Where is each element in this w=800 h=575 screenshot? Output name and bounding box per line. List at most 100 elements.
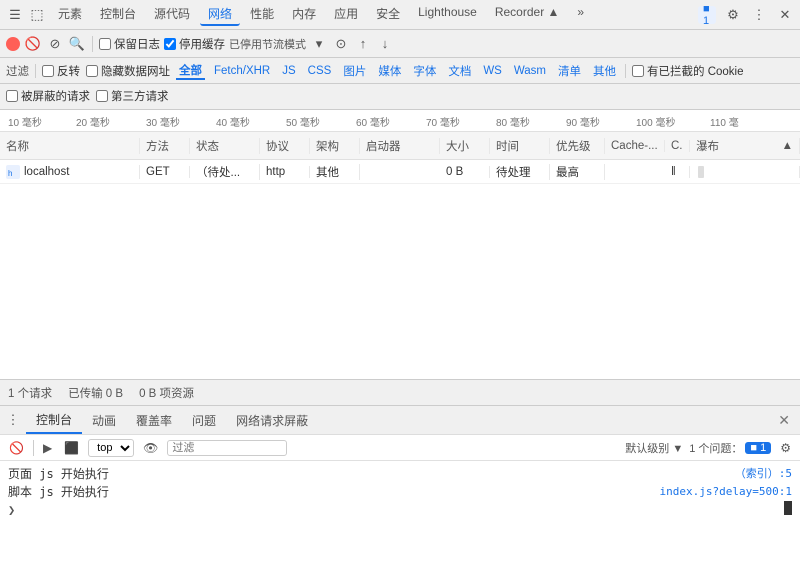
timeline-ruler: 10 毫秒 20 毫秒 30 毫秒 40 毫秒 50 毫秒 60 毫秒 70 毫… (0, 110, 800, 132)
hide-data-urls-checkbox[interactable]: 隐藏数据网址 (86, 63, 170, 79)
bottom-tab-issues[interactable]: 问题 (182, 408, 226, 433)
tab-recorder[interactable]: Recorder ▲ (487, 3, 568, 26)
import-icon[interactable]: ↑ (354, 35, 372, 53)
col-header-priority[interactable]: 优先级 (550, 138, 605, 154)
cell-waterfall (690, 166, 800, 178)
bottom-panel: ⋮ 控制台 动画 覆盖率 问题 网络请求屏蔽 ✕ 🚫 ▶ ⬛ top 👁 默认级… (0, 405, 800, 575)
export-icon[interactable]: ↓ (376, 35, 394, 53)
bottom-tabs: ⋮ 控制台 动画 覆盖率 问题 网络请求屏蔽 ✕ (0, 405, 800, 435)
col-header-cache[interactable]: Cache-... (605, 140, 665, 152)
col-header-c[interactable]: C. (665, 140, 690, 152)
tick-30ms: 30 毫秒 (146, 114, 180, 129)
filter-tag-media[interactable]: 媒体 (375, 63, 404, 79)
tab-security[interactable]: 安全 (368, 3, 408, 26)
tab-sources[interactable]: 源代码 (146, 3, 198, 26)
console-stop-icon[interactable]: ⬛ (61, 441, 82, 455)
filter-tag-js[interactable]: JS (279, 65, 298, 77)
filter-tag-font[interactable]: 字体 (410, 63, 439, 79)
filter-tag-img[interactable]: 图片 (340, 63, 369, 79)
cell-name: h localhost (0, 165, 140, 179)
clear-button[interactable]: 🚫 (24, 35, 42, 53)
console-line-2-source[interactable]: index.js?delay=500:1 (660, 483, 792, 501)
filter-tag-other[interactable]: 其他 (590, 63, 619, 79)
tab-console[interactable]: 控制台 (92, 3, 144, 26)
network-conditions-icon[interactable]: ⊙ (332, 35, 350, 53)
file-icon: h (6, 165, 20, 179)
preserve-log-checkbox[interactable]: 保留日志 (99, 36, 160, 52)
tabs-container: 元素 控制台 源代码 网络 性能 内存 应用 安全 Lighthouse Rec… (50, 3, 592, 26)
filter-icon[interactable]: ⊘ (46, 35, 64, 53)
filter-tag-fetch[interactable]: Fetch/XHR (211, 65, 273, 77)
console-settings-icon[interactable]: ⚙ (777, 441, 794, 455)
record-button[interactable] (6, 37, 20, 51)
third-party-checkbox[interactable]: 第三方请求 (96, 88, 169, 104)
bottom-tab-animation[interactable]: 动画 (82, 408, 126, 433)
invert-checkbox[interactable]: 反转 (42, 63, 80, 79)
console-cursor (784, 501, 792, 515)
tab-network[interactable]: 网络 (200, 3, 240, 26)
cell-method: GET (140, 166, 190, 178)
console-filter-input[interactable] (167, 440, 287, 456)
search-icon[interactable]: 🔍 (68, 35, 86, 53)
bottom-tab-network-block[interactable]: 网络请求屏蔽 (226, 408, 318, 433)
drag-handle-icon: ⋮ (4, 411, 22, 429)
issues-count-badge[interactable]: ■ 1 (745, 442, 771, 454)
tick-90ms: 90 毫秒 (566, 114, 600, 129)
tab-elements[interactable]: 元素 (50, 3, 90, 26)
tab-application[interactable]: 应用 (326, 3, 366, 26)
log-level-select[interactable]: 默认级别 ▼ (625, 440, 683, 456)
tab-performance[interactable]: 性能 (242, 3, 282, 26)
table-row[interactable]: h localhost GET （待处... http 其他 0 B 待处理 最… (0, 160, 800, 184)
eye-icon[interactable]: 👁 (140, 441, 161, 455)
console-play-icon[interactable]: ▶ (40, 441, 55, 455)
filter-tag-doc[interactable]: 文档 (445, 63, 474, 79)
disable-cache-checkbox[interactable]: 停用缓存 (164, 36, 225, 52)
col-header-size[interactable]: 大小 (440, 138, 490, 154)
col-header-name[interactable]: 名称 (0, 138, 140, 154)
col-header-initiator[interactable]: 启动器 (360, 138, 440, 154)
close-icon[interactable]: ✕ (776, 6, 794, 24)
bottom-tab-console[interactable]: 控制台 (26, 407, 82, 434)
throttle-dropdown[interactable]: ▾ (310, 35, 328, 53)
col-header-status[interactable]: 状态 (190, 138, 260, 154)
filter-tag-css[interactable]: CSS (305, 65, 335, 77)
console-line-1-source[interactable]: （索引）:5 (735, 465, 792, 483)
blocked-requests-checkbox[interactable]: 被屏蔽的请求 (6, 88, 90, 104)
table-header: 名称 方法 状态 协议 架构 启动器 大小 时间 优先级 Cache-... C… (0, 132, 800, 160)
filter-tag-all[interactable]: 全部 (176, 62, 205, 80)
toolbar-right-icons: ■ 1 ⚙ ⋮ ✕ (698, 6, 794, 24)
col-header-type[interactable]: 架构 (310, 138, 360, 154)
tab-memory[interactable]: 内存 (284, 3, 324, 26)
filter-tag-wasm[interactable]: Wasm (511, 65, 549, 77)
col-header-protocol[interactable]: 协议 (260, 138, 310, 154)
cell-c: ‖ (665, 166, 690, 178)
filter-bar: 过滤 反转 隐藏数据网址 全部 Fetch/XHR JS CSS 图片 媒体 字… (0, 58, 800, 84)
cell-protocol: http (260, 166, 310, 178)
tick-10ms: 10 毫秒 (8, 114, 42, 129)
tick-50ms: 50 毫秒 (286, 114, 320, 129)
tab-lighthouse[interactable]: Lighthouse (410, 3, 485, 26)
console-line-2: 脚本 js 开始执行 index.js?delay=500:1 (8, 483, 792, 501)
throttle-label: 已停用节流模式 (229, 36, 306, 52)
tick-100ms: 100 毫秒 (636, 114, 675, 129)
more-icon[interactable]: ⋮ (750, 6, 768, 24)
console-toolbar: 🚫 ▶ ⬛ top 👁 默认级别 ▼ 1 个问题： ■ 1 ⚙ (0, 435, 800, 461)
cell-type: 其他 (310, 164, 360, 180)
col-header-time[interactable]: 时间 (490, 138, 550, 154)
col-header-method[interactable]: 方法 (140, 138, 190, 154)
close-bottom-panel-button[interactable]: ✕ (772, 412, 796, 429)
issues-badge[interactable]: ■ 1 (698, 6, 716, 24)
has-blocked-cookies-checkbox[interactable]: 有已拦截的 Cookie (632, 63, 744, 79)
top-context-select[interactable]: top (88, 439, 134, 457)
bottom-tab-coverage[interactable]: 覆盖率 (126, 408, 182, 433)
settings-icon[interactable]: ⚙ (724, 6, 742, 24)
filter-tag-ws[interactable]: WS (480, 65, 505, 77)
devtools-menu-icon[interactable]: ☰ (6, 6, 24, 24)
filter-tag-manifest[interactable]: 清单 (555, 63, 584, 79)
divider (33, 440, 34, 456)
inspect-icon[interactable]: ⬚ (28, 6, 46, 24)
col-header-waterfall[interactable]: 瀑布 ▲ (690, 138, 800, 154)
console-prompt-line: ❯ (8, 501, 792, 519)
tab-more[interactable]: » (569, 3, 592, 26)
console-clear-button[interactable]: 🚫 (6, 441, 27, 455)
